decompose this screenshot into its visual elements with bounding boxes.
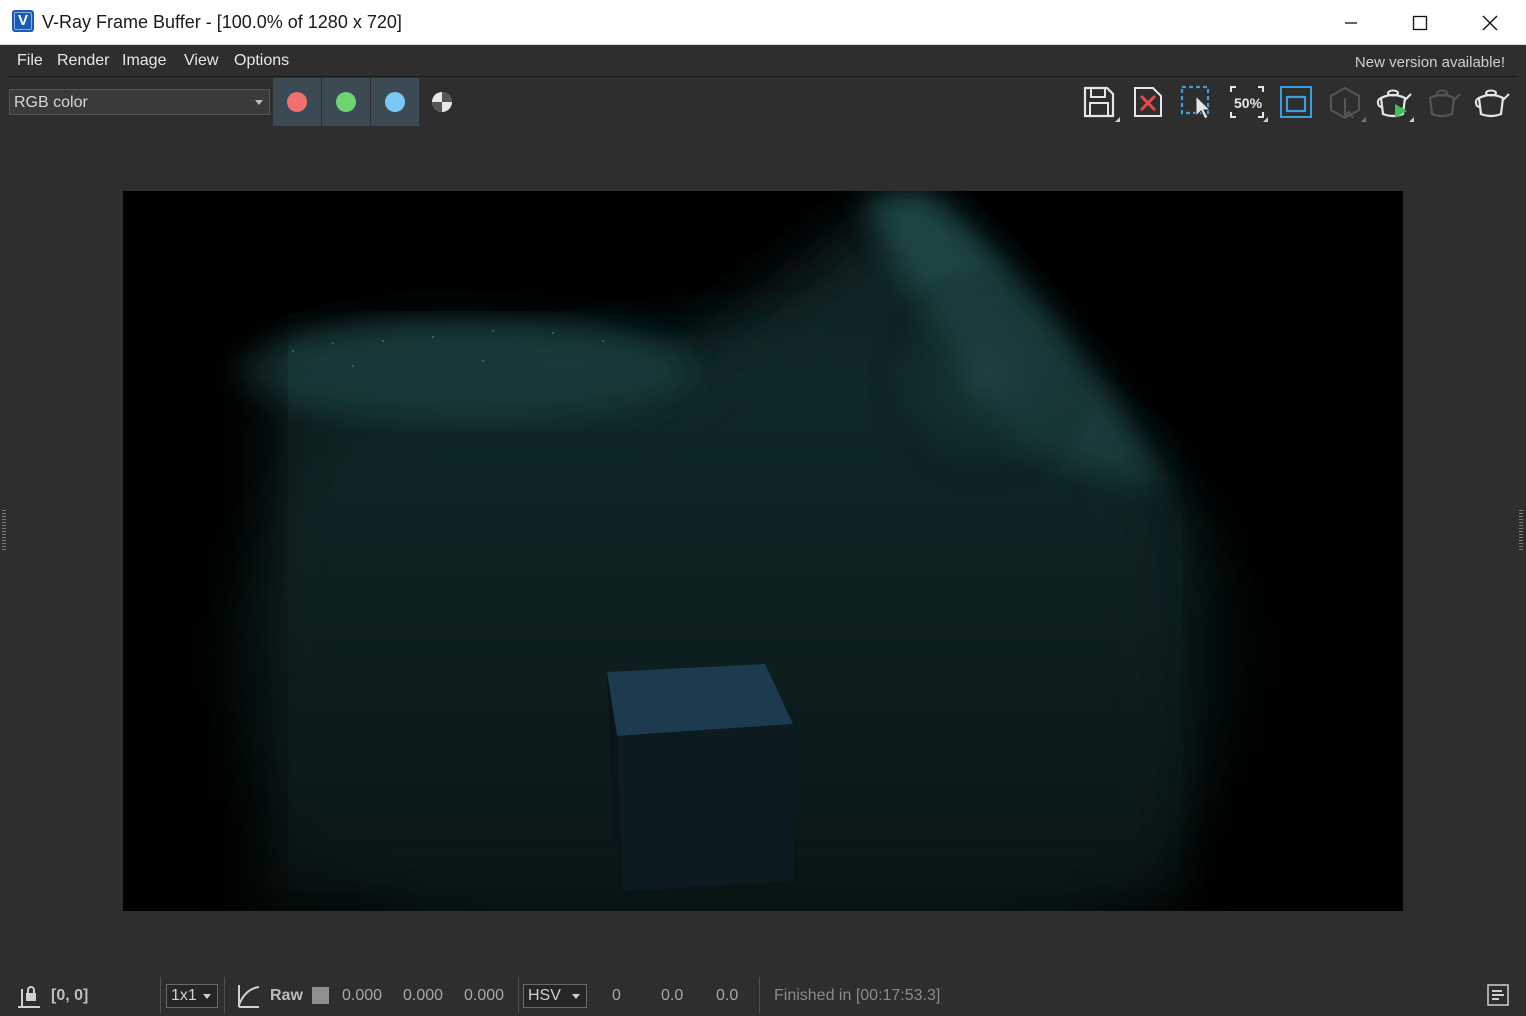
region-render-icon [1180, 85, 1212, 120]
menu-image[interactable]: Image [122, 52, 166, 70]
value-value: 0.0 [716, 987, 739, 1004]
menu-bar: File Render Image View Options New versi… [0, 45, 1526, 77]
sample-size-value: 1x1 [171, 987, 197, 1004]
sample-size-dropdown[interactable]: 1x1 [166, 984, 218, 1008]
color-mode-value: HSV [528, 987, 561, 1004]
red-value: 0.000 [342, 987, 383, 1004]
channel-dropdown-value: RGB color [14, 94, 88, 111]
pixel-lock-icon[interactable] [16, 983, 42, 1009]
save-image-button[interactable] [1081, 84, 1121, 122]
maximize-button[interactable] [1385, 0, 1454, 45]
save-image-icon [1083, 86, 1115, 118]
pixel-color-swatch [312, 987, 329, 1004]
menu-render[interactable]: Render [57, 52, 109, 70]
green-value: 0.000 [403, 987, 444, 1004]
dropdown-corner-icon [1361, 117, 1366, 122]
new-version-notice[interactable]: New version available! [1355, 54, 1505, 71]
minimize-button[interactable] [1316, 0, 1385, 45]
title-bar: V V-Ray Frame Buffer - [100.0% of 1280 x… [0, 0, 1526, 45]
vray-app-icon: V [12, 10, 34, 32]
left-panel-splitter[interactable] [2, 510, 6, 550]
maximize-icon [1412, 15, 1427, 30]
dropdown-corner-icon [1409, 117, 1414, 122]
status-divider [160, 977, 161, 1013]
stop-render-icon [1428, 89, 1461, 118]
chevron-down-icon [255, 100, 263, 105]
start-render-button[interactable] [1375, 84, 1415, 122]
clear-image-button[interactable] [1130, 84, 1170, 122]
render-teapot-button[interactable] [1473, 84, 1513, 122]
hue-value: 0 [612, 987, 621, 1004]
region-render-button[interactable] [1179, 84, 1219, 122]
blue-dot-icon [385, 92, 405, 112]
red-channel-button[interactable] [273, 78, 321, 126]
render-viewport[interactable] [123, 191, 1403, 911]
dropdown-corner-icon [1263, 117, 1268, 122]
blue-channel-button[interactable] [371, 78, 419, 126]
monochrome-button[interactable] [431, 91, 453, 113]
status-divider [224, 977, 225, 1013]
blue-value: 0.000 [464, 987, 505, 1004]
saturation-value: 0.0 [661, 987, 684, 1004]
dropdown-corner-icon [1115, 117, 1120, 122]
clear-image-icon [1134, 87, 1162, 117]
interactive-render-icon [1330, 86, 1360, 120]
green-dot-icon [336, 92, 356, 112]
status-divider [518, 977, 519, 1013]
render-teapot-icon [1474, 89, 1510, 118]
svg-text:50%: 50% [1234, 95, 1263, 111]
menu-view[interactable]: View [184, 52, 218, 70]
render-region-frame-button[interactable] [1278, 84, 1318, 122]
green-channel-button[interactable] [322, 78, 370, 126]
render-region-frame-icon [1280, 86, 1312, 118]
close-icon [1482, 15, 1497, 30]
interactive-render-button[interactable] [1327, 84, 1367, 122]
chevron-down-icon [572, 994, 580, 999]
pixel-coordinates: [0, 0] [51, 987, 89, 1004]
stop-render-button[interactable] [1424, 84, 1464, 122]
chevron-down-icon [203, 994, 211, 999]
red-dot-icon [287, 92, 307, 112]
channel-dropdown[interactable]: RGB color [9, 89, 270, 115]
color-curve-icon[interactable] [235, 983, 261, 1009]
status-bar: [0, 0] 1x1 Raw 0.000 0.000 0.000 HSV 0 0… [0, 975, 1526, 1016]
right-panel-splitter[interactable] [1519, 510, 1523, 550]
raw-label: Raw [270, 987, 303, 1004]
menu-file[interactable]: File [17, 52, 43, 70]
rendered-image [123, 191, 1403, 911]
minimize-icon [1344, 21, 1357, 24]
menu-options[interactable]: Options [234, 52, 289, 70]
menu-divider [8, 76, 1518, 77]
close-button[interactable] [1455, 0, 1524, 45]
window-title: V-Ray Frame Buffer - [100.0% of 1280 x 7… [42, 12, 402, 32]
color-mode-dropdown[interactable]: HSV [523, 984, 587, 1008]
render-status-message: Finished in [00:17:53.3] [774, 987, 941, 1004]
zoom-50-button[interactable]: 50% [1229, 84, 1269, 122]
log-panel-icon[interactable] [1487, 984, 1509, 1006]
monochrome-icon [432, 92, 452, 112]
zoom-50-icon: 50% [1230, 86, 1264, 118]
status-divider [759, 977, 760, 1013]
start-render-icon [1376, 89, 1412, 118]
